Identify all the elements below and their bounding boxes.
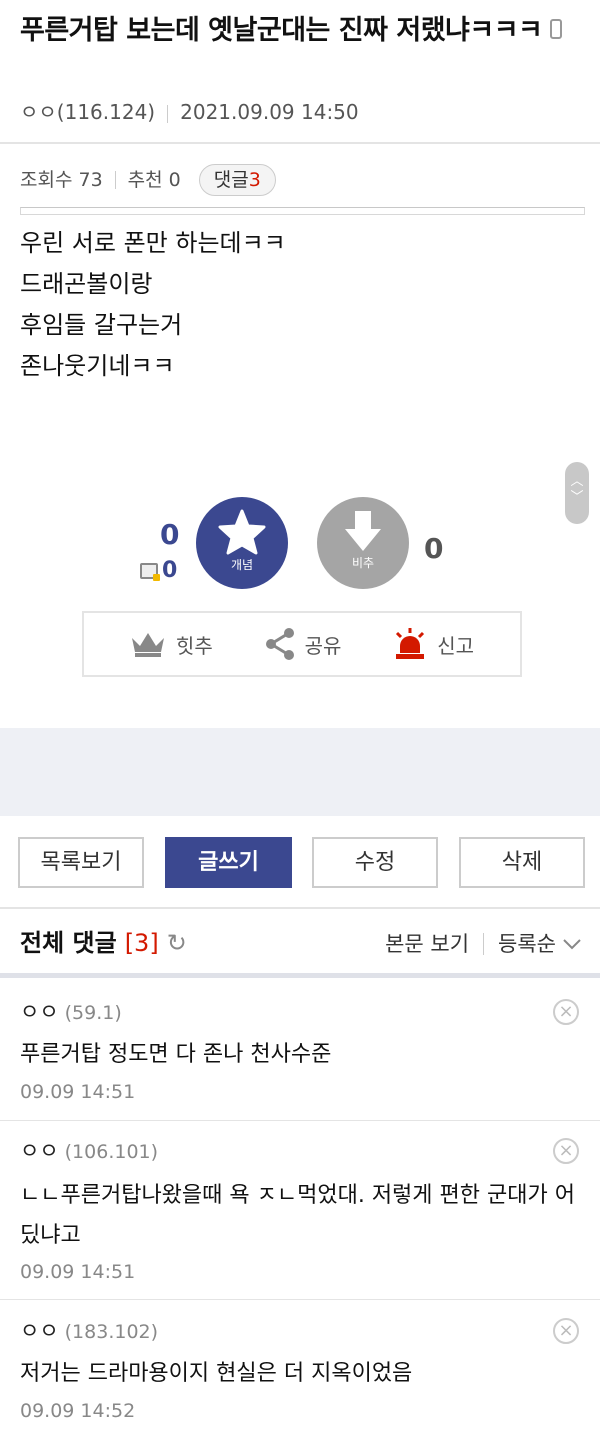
divider — [0, 1299, 600, 1300]
mobile-icon — [550, 18, 563, 39]
comment-ip: (59.1) — [64, 1002, 122, 1024]
scroll-to-button[interactable]: ︿ ﹀ — [565, 462, 589, 524]
comment-item: ㅇㅇ (106.101) × ㄴㄴ푸른거탑나왔을때 욕 ㅈㄴ먹었대. 저렇게 편한… — [0, 1136, 600, 1296]
view-body-button[interactable]: 본문 보기 — [385, 925, 469, 963]
comment-badge-label: 댓글 — [213, 169, 249, 191]
star-icon — [218, 509, 266, 555]
body-line: 드래곤볼이랑 — [20, 270, 153, 298]
recommend-count: 추천 0 — [127, 169, 181, 191]
comment-badge-number: 3 — [248, 169, 261, 191]
comment-ip: (183.102) — [64, 1321, 159, 1343]
author[interactable]: ㅇㅇ(116.124) — [20, 100, 155, 124]
hitchu-button[interactable]: 힛추 — [130, 630, 213, 659]
comments-header: 전체 댓글 [3] ↻ — [20, 923, 187, 963]
report-label: 신고 — [437, 633, 475, 658]
list-button[interactable]: 목록보기 — [18, 837, 144, 888]
arrow-down-icon — [345, 511, 381, 551]
comment-text: 저거는 드라마용이지 현실은 더 지옥이었음 — [20, 1361, 413, 1386]
delete-button[interactable]: 삭제 — [459, 837, 585, 888]
upvote-label: 개념 — [230, 558, 254, 572]
divider — [0, 907, 600, 909]
view-count: 조회수 73 — [20, 169, 103, 191]
post-meta: ㅇㅇ(116.124) 2021.09.09 14:50 — [20, 95, 359, 129]
upvote-button[interactable]: 개념 — [196, 497, 288, 589]
body-line: 후임들 갈구는거 — [20, 311, 183, 339]
share-label: 공유 — [304, 633, 342, 658]
hitchu-label: 힛추 — [175, 633, 213, 658]
share-icon — [265, 628, 294, 660]
comment-time: 09.09 14:51 — [20, 1261, 136, 1283]
body-line: 존나웃기네ㅋㅋ — [20, 352, 175, 380]
post-date: 2021.09.09 14:50 — [180, 100, 359, 124]
comment-item: ㅇㅇ (183.102) × 저거는 드라마용이지 현실은 더 지옥이었음 09.… — [0, 1316, 600, 1436]
refresh-icon[interactable]: ↻ — [167, 923, 187, 963]
siren-icon — [396, 628, 425, 659]
post-title-text: 푸른거탑 보는데 옛날군대는 진짜 저랬냐ㅋㅋㅋ — [20, 15, 543, 46]
comment-author[interactable]: ㅇㅇ (106.101) — [20, 1136, 158, 1167]
post-stats: 조회수 73 추천 0 댓글3 — [20, 162, 276, 198]
comment-nick: ㅇㅇ — [20, 1000, 59, 1024]
ad-spacer — [0, 728, 600, 816]
content-divider — [20, 207, 585, 215]
comment-text: 푸른거탑 정도면 다 존나 천사수준 — [20, 1042, 332, 1067]
comment-text: ㄴㄴ푸른거탑나왔을때 욕 ㅈㄴ먹었대. 저렇게 편한 군대가 어딨냐고 — [20, 1183, 575, 1248]
write-button[interactable]: 글쓰기 — [165, 837, 292, 888]
post-title: 푸른거탑 보는데 옛날군대는 진짜 저랬냐ㅋㅋㅋ — [20, 8, 590, 54]
comment-nick: ㅇㅇ — [20, 1319, 59, 1343]
divider — [114, 171, 116, 189]
delete-comment-icon[interactable]: × — [553, 999, 579, 1025]
comments-count: [3] — [124, 929, 159, 957]
sort-dropdown[interactable]: 등록순 — [498, 925, 556, 963]
comment-nick: ㅇㅇ — [20, 1139, 59, 1163]
chevron-down-icon: ﹀ — [570, 490, 584, 505]
edit-button[interactable]: 수정 — [312, 837, 438, 888]
divider — [167, 104, 169, 123]
comments-divider — [0, 973, 600, 978]
crown-icon — [131, 633, 164, 657]
delete-comment-icon[interactable]: × — [553, 1318, 579, 1344]
divider — [0, 142, 600, 144]
comments-title: 전체 댓글 — [20, 929, 117, 957]
comments-tools: 본문 보기 등록순 — [385, 925, 582, 963]
mobile-vote-icon — [140, 562, 160, 581]
divider — [0, 1120, 600, 1121]
delete-comment-icon[interactable]: × — [553, 1138, 579, 1164]
report-button[interactable]: 신고 — [393, 627, 474, 661]
comment-time: 09.09 14:52 — [20, 1400, 136, 1422]
comment-ip: (106.101) — [64, 1141, 159, 1163]
upvote-mobile-count: 0 — [140, 558, 177, 583]
downvote-count: 0 — [424, 532, 444, 565]
downvote-button[interactable]: 비추 — [317, 497, 409, 589]
upvote-mobile-number: 0 — [162, 558, 178, 583]
downvote-label: 비추 — [351, 556, 375, 570]
comment-item: ㅇㅇ (59.1) × 푸른거탑 정도면 다 존나 천사수준 09.09 14:5… — [0, 997, 600, 1117]
upvote-count: 0 — [160, 518, 180, 551]
comment-time: 09.09 14:51 — [20, 1081, 136, 1103]
comment-author[interactable]: ㅇㅇ (59.1) — [20, 997, 122, 1028]
body-line: 우린 서로 폰만 하는데ㅋㅋ — [20, 229, 286, 257]
comment-count-badge[interactable]: 댓글3 — [198, 164, 276, 196]
chevron-up-icon: ︿ — [570, 474, 584, 489]
chevron-down-icon[interactable] — [562, 937, 582, 951]
share-button[interactable]: 공유 — [265, 628, 342, 660]
post-action-bar: 힛추 공유 신고 — [82, 611, 522, 677]
divider — [483, 933, 485, 955]
post-body: 우린 서로 폰만 하는데ㅋㅋ 드래곤볼이랑 후임들 갈구는거 존나웃기네ㅋㅋ — [20, 223, 286, 387]
comment-author[interactable]: ㅇㅇ (183.102) — [20, 1316, 158, 1347]
